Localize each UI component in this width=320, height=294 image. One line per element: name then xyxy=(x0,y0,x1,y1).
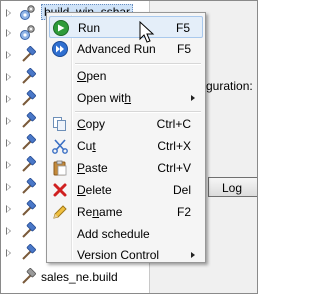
menu-item-paste[interactable]: Paste Ctrl+V xyxy=(49,157,203,179)
menu-item-label: Open with xyxy=(77,91,132,105)
window-frame: build_win_sshar xyxy=(0,0,258,294)
expand-arrow-icon[interactable] xyxy=(6,117,11,125)
menu-item-delete[interactable]: Delete Del xyxy=(49,179,203,201)
expand-arrow-icon[interactable] xyxy=(6,249,11,257)
expand-arrow-icon[interactable] xyxy=(6,73,11,81)
menu-item-shortcut: F5 xyxy=(176,42,191,56)
menu-item-copy[interactable]: Copy Ctrl+C xyxy=(49,113,203,135)
gears-icon xyxy=(20,5,35,20)
context-menu: Run F5 Advanced Run F5 Open Open with Co… xyxy=(46,12,206,263)
tree-item-label: sales_ne.build xyxy=(41,270,118,284)
hammer-icon xyxy=(22,46,36,62)
menu-item-cut[interactable]: Cut Ctrl+X xyxy=(49,135,203,157)
expand-arrow-icon[interactable] xyxy=(6,51,11,59)
menu-item-open[interactable]: Open xyxy=(49,65,203,87)
menu-item-open-with[interactable]: Open with xyxy=(49,87,203,109)
hammer-icon xyxy=(22,134,36,150)
menu-item-shortcut: Ctrl+X xyxy=(157,139,191,153)
pencil-icon xyxy=(53,205,67,219)
configuration-label: guration: xyxy=(206,79,253,93)
menu-item-label: Cut xyxy=(77,139,96,153)
hammer-icon xyxy=(22,68,36,84)
tree-item-sales-ne-build[interactable]: sales_ne.build xyxy=(1,267,161,287)
expand-arrow-icon[interactable] xyxy=(6,161,11,169)
menu-item-label: Version Control xyxy=(77,248,160,262)
expand-arrow-icon[interactable] xyxy=(6,9,11,17)
hammer-icon xyxy=(22,112,36,128)
paste-icon xyxy=(53,160,67,176)
menu-item-add-schedule[interactable]: Add schedule xyxy=(49,223,203,245)
menu-item-shortcut: F2 xyxy=(176,205,191,219)
hammer-icon xyxy=(22,200,36,216)
copy-icon xyxy=(53,117,66,131)
menu-item-label: Add schedule xyxy=(77,227,150,241)
expand-arrow-icon[interactable] xyxy=(6,183,11,191)
hammer-icon xyxy=(22,178,36,194)
hammer-icon xyxy=(22,244,36,260)
log-button[interactable]: Log xyxy=(208,177,257,197)
menu-item-shortcut: Del xyxy=(172,183,191,197)
menu-item-label: Rename xyxy=(77,205,123,219)
menu-item-shortcut: F5 xyxy=(175,21,190,35)
expand-arrow-icon[interactable] xyxy=(6,205,11,213)
run-icon xyxy=(53,20,69,36)
expand-arrow-icon[interactable] xyxy=(6,95,11,103)
submenu-arrow-icon xyxy=(191,95,195,101)
menu-item-run[interactable]: Run F5 xyxy=(49,16,203,38)
scissors-icon xyxy=(52,139,68,154)
menu-item-advanced-run[interactable]: Advanced Run F5 xyxy=(49,38,203,60)
hammer-icon xyxy=(22,156,36,172)
expand-arrow-icon[interactable] xyxy=(6,227,11,235)
menu-item-label: Open xyxy=(77,69,107,83)
advanced-run-icon xyxy=(52,41,68,57)
gears-icon xyxy=(20,25,35,40)
mouse-cursor-icon xyxy=(139,21,155,43)
menu-item-label: Delete xyxy=(77,183,112,197)
delete-x-icon xyxy=(53,183,67,197)
hammer-icon xyxy=(22,90,36,106)
menu-item-label: Copy xyxy=(77,117,106,131)
submenu-arrow-icon xyxy=(191,252,195,258)
menu-item-shortcut: Ctrl+C xyxy=(156,117,191,131)
hammer-icon xyxy=(22,268,36,284)
menu-item-version-control[interactable]: Version Control xyxy=(49,244,203,266)
menu-item-shortcut: Ctrl+V xyxy=(157,161,191,175)
menu-item-label: Run xyxy=(78,21,101,35)
menu-item-label: Paste xyxy=(77,161,108,175)
hammer-icon xyxy=(22,222,36,238)
menu-item-rename[interactable]: Rename F2 xyxy=(49,201,203,223)
expand-arrow-icon[interactable] xyxy=(6,29,11,37)
expand-arrow-icon[interactable] xyxy=(6,139,11,147)
